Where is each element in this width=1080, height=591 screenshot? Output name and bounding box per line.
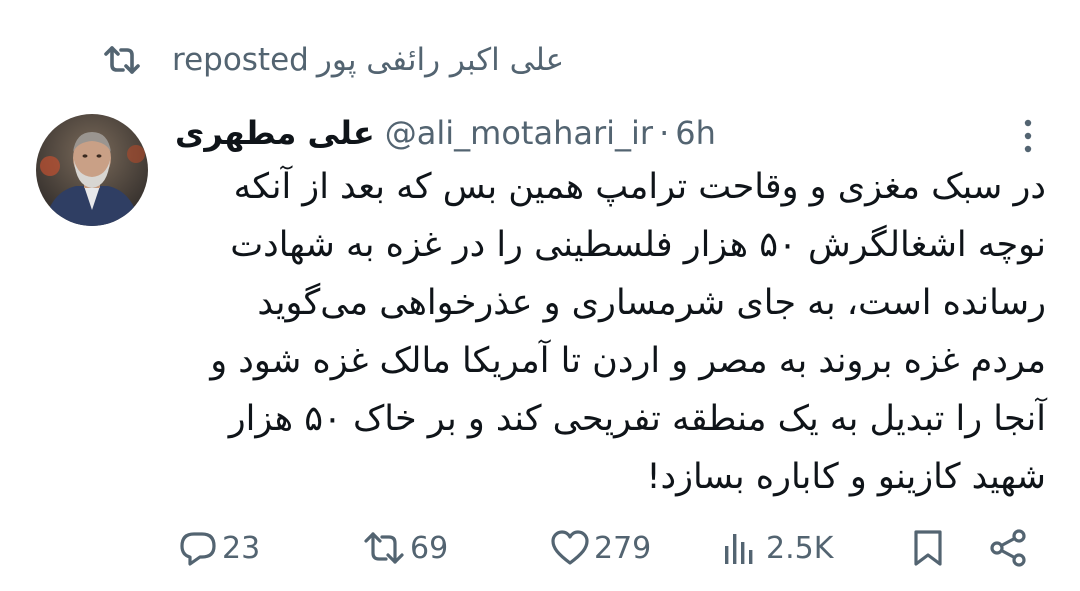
bookmark-icon (914, 530, 942, 566)
tweet-text: در سبک مغزی و وقاحت ترامپ همین بس که بعد… (196, 158, 1046, 506)
like-count: 279 (594, 530, 652, 566)
share-icon (990, 529, 1026, 567)
repost-icon (364, 532, 404, 564)
tweet-actions-bar: 23 69 279 2.5K (0, 520, 1080, 576)
views-count: 2.5K (766, 530, 834, 566)
avatar[interactable] (36, 114, 148, 226)
tweet-timestamp[interactable]: 6h (675, 114, 716, 152)
views-icon (725, 534, 753, 564)
reply-count: 23 (222, 530, 261, 566)
tweet-text-line: در سبک مغزی و وقاحت ترامپ همین بس که بعد… (233, 167, 1046, 207)
author-handle[interactable]: @ali_motahari_ir (385, 114, 653, 152)
tweet-text-line: رسانده است، به جای شرمساری و عذرخواهی می… (257, 283, 1046, 323)
heart-icon (551, 530, 589, 565)
tweet-header: علی مطهری @ali_motahari_ir · 6h (175, 108, 716, 158)
tweet-text-line: آنجا را تبدیل به یک منطقه تفریحی کند و ب… (228, 399, 1046, 439)
tweet-text-line: شهید کازینو و کاباره بسازد! (646, 457, 1046, 497)
reposter-name[interactable]: علی اکبر رائفی پور (317, 42, 564, 78)
header-separator: · (659, 114, 670, 152)
repost-indicator[interactable]: reposted علی اکبر رائفی پور (100, 38, 564, 82)
reply-button[interactable]: 23 (178, 520, 260, 576)
share-button[interactable] (988, 520, 1028, 576)
more-vertical-icon (1024, 119, 1032, 153)
like-button[interactable]: 279 (550, 520, 651, 576)
views-button[interactable]: 2.5K (722, 520, 833, 576)
tweet-text-line: مردم غزه بروند به مصر و اردن تا آمریکا م… (210, 341, 1046, 381)
more-options-button[interactable] (1008, 114, 1048, 158)
reply-icon (180, 532, 216, 566)
repost-icon (100, 38, 144, 82)
bookmark-button[interactable] (912, 520, 944, 576)
repost-count: 69 (410, 530, 449, 566)
repost-label: reposted (172, 42, 309, 78)
tweet-text-line: نوچه اشغالگرش ۵۰ هزار فلسطینی را در غزه … (230, 225, 1046, 265)
repost-button[interactable]: 69 (362, 520, 448, 576)
author-display-name[interactable]: علی مطهری (175, 114, 375, 152)
